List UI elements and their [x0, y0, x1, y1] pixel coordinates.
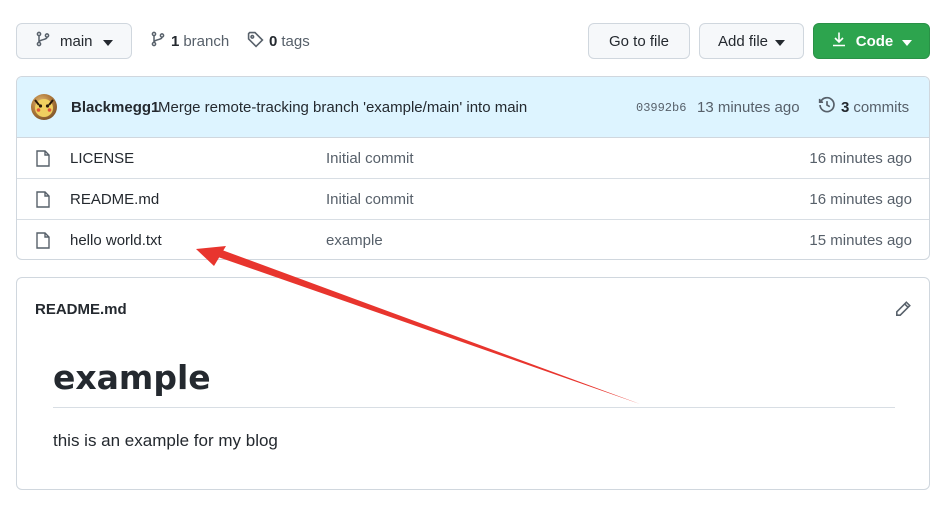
commit-message-link[interactable]: Merge remote-tracking branch 'example/ma…: [158, 99, 527, 116]
download-icon: [831, 31, 847, 51]
branches-count: 1: [171, 32, 180, 50]
file-time: 16 minutes ago: [809, 150, 912, 167]
file-row: LICENSE Initial commit 16 minutes ago: [17, 138, 929, 179]
file-row: hello world.txt example 15 minutes ago: [17, 219, 929, 259]
file-browser: Blackmegg1 Merge remote-tracking branch …: [16, 76, 930, 260]
file-time: 16 minutes ago: [809, 191, 912, 208]
git-branch-icon: [35, 31, 51, 51]
readme-heading: example: [53, 358, 895, 408]
add-file-label: Add file: [717, 32, 769, 50]
readme-panel: README.md example this is an example for…: [16, 277, 930, 490]
git-branch-icon: [150, 31, 166, 51]
chevron-down-icon: [102, 33, 113, 50]
tag-icon: [247, 31, 264, 52]
add-file-button[interactable]: Add file: [699, 23, 804, 59]
file-time: 15 minutes ago: [809, 232, 912, 249]
file-commit-message-link[interactable]: Initial commit: [326, 150, 414, 167]
commits-label: commits: [853, 98, 910, 116]
tags-label: tags: [281, 32, 310, 50]
history-icon: [818, 96, 836, 118]
readme-title[interactable]: README.md: [35, 301, 127, 318]
file-name-link[interactable]: LICENSE: [70, 150, 134, 167]
tags-link[interactable]: 0 tags: [247, 23, 310, 59]
commits-count: 3: [841, 98, 850, 116]
pencil-icon[interactable]: [894, 300, 912, 323]
tags-count: 0: [269, 32, 278, 50]
avatar[interactable]: [31, 94, 57, 120]
code-label: Code: [855, 32, 894, 50]
branches-link[interactable]: 1 branch: [150, 23, 229, 59]
latest-commit-bar: Blackmegg1 Merge remote-tracking branch …: [17, 77, 929, 138]
file-commit-message-link[interactable]: Initial commit: [326, 191, 414, 208]
chevron-down-icon: [902, 33, 913, 50]
branch-select-button[interactable]: main: [16, 23, 132, 59]
commit-sha-link[interactable]: 03992b6: [636, 101, 686, 115]
file-icon: [36, 232, 50, 254]
commits-link[interactable]: 3 commits: [818, 96, 909, 118]
repo-toolbar: main 1 branch 0 tags Go to file Add file: [16, 23, 930, 59]
file-name-link[interactable]: README.md: [70, 191, 159, 208]
file-icon: [36, 191, 50, 213]
code-button[interactable]: Code: [813, 23, 930, 59]
commit-author-link[interactable]: Blackmegg1: [71, 99, 159, 116]
file-commit-message-link[interactable]: example: [326, 232, 383, 249]
readme-paragraph: this is an example for my blog: [53, 431, 278, 450]
file-icon: [36, 150, 50, 172]
file-row: README.md Initial commit 16 minutes ago: [17, 178, 929, 219]
file-name-link[interactable]: hello world.txt: [70, 232, 162, 249]
commit-time: 13 minutes ago: [697, 99, 800, 116]
branch-name: main: [60, 32, 93, 50]
go-to-file-button[interactable]: Go to file: [588, 23, 690, 59]
chevron-down-icon: [775, 33, 786, 50]
branches-label: branch: [183, 32, 230, 50]
